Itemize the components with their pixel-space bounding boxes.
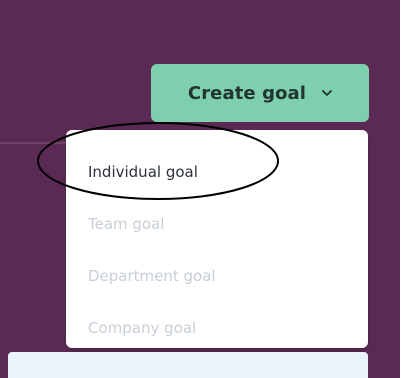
header-divider <box>0 142 70 144</box>
menu-item-department-goal: Department goal <box>88 266 216 285</box>
create-goal-label: Create goal <box>187 82 307 104</box>
menu-item-company-goal: Company goal <box>88 318 197 337</box>
app-frame: Create goal Individual goal Team goal De… <box>0 0 400 378</box>
chevron-down-icon <box>322 88 332 98</box>
menu-item-individual-goal[interactable]: Individual goal <box>66 146 368 198</box>
content-area-strip <box>8 352 368 378</box>
create-goal-menu: Individual goal Team goal Department goa… <box>66 130 368 348</box>
create-goal-button[interactable]: Create goal <box>151 64 369 122</box>
menu-item-team-goal: Team goal <box>88 214 165 233</box>
